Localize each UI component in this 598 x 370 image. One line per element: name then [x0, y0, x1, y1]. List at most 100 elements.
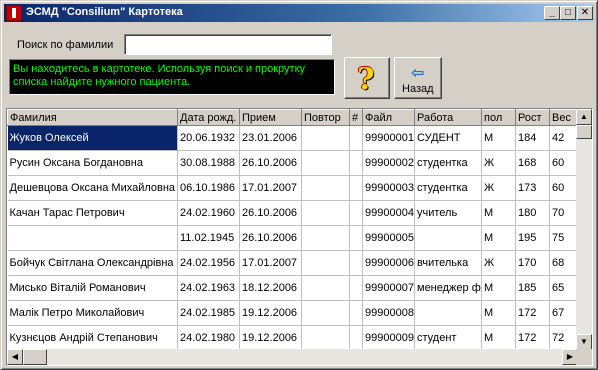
cell-visit[interactable]: 17.01.2007 — [239, 175, 302, 201]
table-row[interactable]: Бойчук Світлана Олександрівна 24.02.1956 1… — [7, 250, 585, 276]
col-header-birthdate[interactable]: Дата рожд. — [177, 109, 240, 126]
scroll-down-button[interactable]: ▼ — [576, 334, 592, 350]
vertical-scroll-thumb[interactable] — [576, 125, 592, 139]
cell-repeat[interactable] — [301, 225, 350, 251]
cell-file[interactable]: 99900005 — [362, 225, 415, 251]
cell-sex[interactable]: М — [481, 200, 516, 226]
table-row[interactable]: Качан Тарас Петрович 24.02.1960 26.10.2006… — [7, 200, 585, 226]
maximize-button[interactable]: □ — [560, 6, 576, 20]
cell-birthdate[interactable]: 20.06.1932 — [177, 125, 240, 151]
cell-repeat[interactable] — [301, 250, 350, 276]
cell-number[interactable] — [349, 250, 363, 276]
cell-birthdate[interactable]: 24.02.1960 — [177, 200, 240, 226]
col-header-height[interactable]: Рост — [515, 109, 550, 126]
cell-job[interactable]: студент — [414, 325, 482, 351]
patient-grid[interactable]: Фамилия Дата рожд. Прием Повтор # Файл Р… — [6, 108, 593, 366]
cell-height[interactable]: 172 — [515, 300, 550, 326]
cell-surname[interactable]: Мисько Віталій Романович — [7, 275, 178, 301]
back-button[interactable]: ⇦ Назад — [394, 57, 442, 99]
cell-repeat[interactable] — [301, 325, 350, 351]
cell-file[interactable]: 99900003 — [362, 175, 415, 201]
col-header-file[interactable]: Файл — [362, 109, 415, 126]
table-row[interactable]: 11.02.1945 26.10.2006 99900005 М 195 75 — [7, 225, 585, 251]
cell-visit[interactable]: 26.10.2006 — [239, 150, 302, 176]
cell-surname[interactable]: Жуков Олексей — [7, 125, 178, 151]
search-input[interactable] — [124, 34, 332, 55]
cell-file[interactable]: 99900008 — [362, 300, 415, 326]
cell-surname[interactable]: Кузнєцов Андрій Степанович — [7, 325, 178, 351]
cell-surname[interactable]: Русин Оксана Богдановна — [7, 150, 178, 176]
cell-repeat[interactable] — [301, 300, 350, 326]
cell-sex[interactable]: Ж — [481, 250, 516, 276]
cell-job[interactable]: студентка — [414, 175, 482, 201]
col-header-number[interactable]: # — [349, 109, 363, 126]
cell-visit[interactable]: 19.12.2006 — [239, 325, 302, 351]
cell-job[interactable]: СУДЕНТ — [414, 125, 482, 151]
cell-number[interactable] — [349, 225, 363, 251]
scroll-left-button[interactable]: ◀ — [7, 349, 23, 365]
cell-file[interactable]: 99900004 — [362, 200, 415, 226]
table-row[interactable]: Кузнєцов Андрій Степанович 24.02.1980 19.1… — [7, 325, 585, 351]
table-row[interactable]: Дешевцова Оксана Михайловна 06.10.1986 17.… — [7, 175, 585, 201]
cell-sex[interactable]: М — [481, 125, 516, 151]
col-header-surname[interactable]: Фамилия — [7, 109, 178, 126]
cell-sex[interactable]: М — [481, 300, 516, 326]
cell-number[interactable] — [349, 125, 363, 151]
cell-height[interactable]: 184 — [515, 125, 550, 151]
table-row[interactable]: Малік Петро Миколайович 24.02.1985 19.12.2… — [7, 300, 585, 326]
cell-number[interactable] — [349, 150, 363, 176]
cell-number[interactable] — [349, 325, 363, 351]
cell-number[interactable] — [349, 300, 363, 326]
cell-file[interactable]: 99900009 — [362, 325, 415, 351]
cell-file[interactable]: 99900001 — [362, 125, 415, 151]
cell-birthdate[interactable]: 24.02.1956 — [177, 250, 240, 276]
cell-job[interactable]: вчителька — [414, 250, 482, 276]
cell-height[interactable]: 172 — [515, 325, 550, 351]
close-button[interactable]: ✕ — [577, 6, 593, 20]
horizontal-scroll-thumb[interactable] — [23, 349, 47, 365]
horizontal-scrollbar[interactable]: ◀ ▶ — [7, 349, 578, 365]
cell-surname[interactable]: Бойчук Світлана Олександрівна — [7, 250, 178, 276]
scroll-up-button[interactable]: ▲ — [576, 109, 592, 125]
cell-repeat[interactable] — [301, 175, 350, 201]
cell-birthdate[interactable]: 24.02.1980 — [177, 325, 240, 351]
cell-visit[interactable]: 18.12.2006 — [239, 275, 302, 301]
cell-surname[interactable]: Дешевцова Оксана Михайловна — [7, 175, 178, 201]
cell-job[interactable]: учитель — [414, 200, 482, 226]
col-header-visit[interactable]: Прием — [239, 109, 302, 126]
cell-birthdate[interactable]: 30.08.1988 — [177, 150, 240, 176]
cell-birthdate[interactable]: 06.10.1986 — [177, 175, 240, 201]
cell-job[interactable]: студентка — [414, 150, 482, 176]
size-grip[interactable] — [576, 349, 592, 365]
cell-job[interactable]: менеджер фі — [414, 275, 482, 301]
cell-birthdate[interactable]: 24.02.1963 — [177, 275, 240, 301]
cell-visit[interactable]: 17.01.2007 — [239, 250, 302, 276]
cell-repeat[interactable] — [301, 275, 350, 301]
minimize-button[interactable]: _ — [544, 6, 560, 20]
cell-sex[interactable]: Ж — [481, 175, 516, 201]
cell-height[interactable]: 168 — [515, 150, 550, 176]
cell-surname[interactable]: Малік Петро Миколайович — [7, 300, 178, 326]
table-row[interactable]: Русин Оксана Богдановна 30.08.1988 26.10.2… — [7, 150, 585, 176]
cell-file[interactable]: 99900006 — [362, 250, 415, 276]
cell-surname[interactable]: Качан Тарас Петрович — [7, 200, 178, 226]
col-header-job[interactable]: Работа — [414, 109, 482, 126]
cell-birthdate[interactable]: 24.02.1985 — [177, 300, 240, 326]
vertical-scrollbar[interactable]: ▲ ▼ — [576, 109, 592, 350]
cell-job[interactable] — [414, 300, 482, 326]
cell-height[interactable]: 185 — [515, 275, 550, 301]
cell-height[interactable]: 170 — [515, 250, 550, 276]
col-header-repeat[interactable]: Повтор — [301, 109, 350, 126]
cell-number[interactable] — [349, 200, 363, 226]
cell-height[interactable]: 180 — [515, 200, 550, 226]
cell-sex[interactable]: М — [481, 275, 516, 301]
cell-job[interactable] — [414, 225, 482, 251]
cell-repeat[interactable] — [301, 125, 350, 151]
title-bar[interactable]: ЭСМД "Consilium" Картотека _ □ ✕ — [4, 4, 594, 22]
table-row[interactable]: Жуков Олексей 20.06.1932 23.01.2006 9990000… — [7, 125, 585, 151]
cell-file[interactable]: 99900007 — [362, 275, 415, 301]
help-button[interactable]: ? — [344, 57, 390, 99]
cell-number[interactable] — [349, 175, 363, 201]
cell-number[interactable] — [349, 275, 363, 301]
cell-sex[interactable]: М — [481, 325, 516, 351]
